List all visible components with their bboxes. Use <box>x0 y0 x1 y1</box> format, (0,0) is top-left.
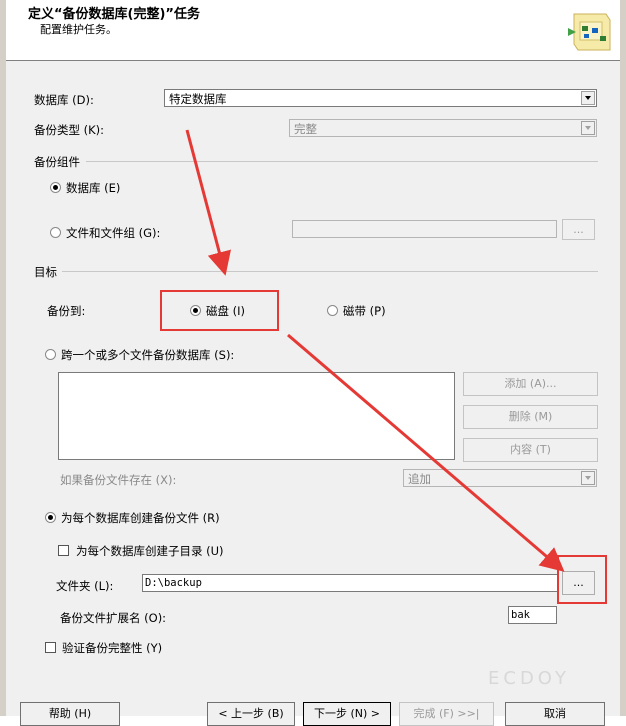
annotation-arrows <box>185 129 565 572</box>
annotation-arrow-1 <box>185 129 232 276</box>
annotation-arrow-2 <box>287 333 565 572</box>
